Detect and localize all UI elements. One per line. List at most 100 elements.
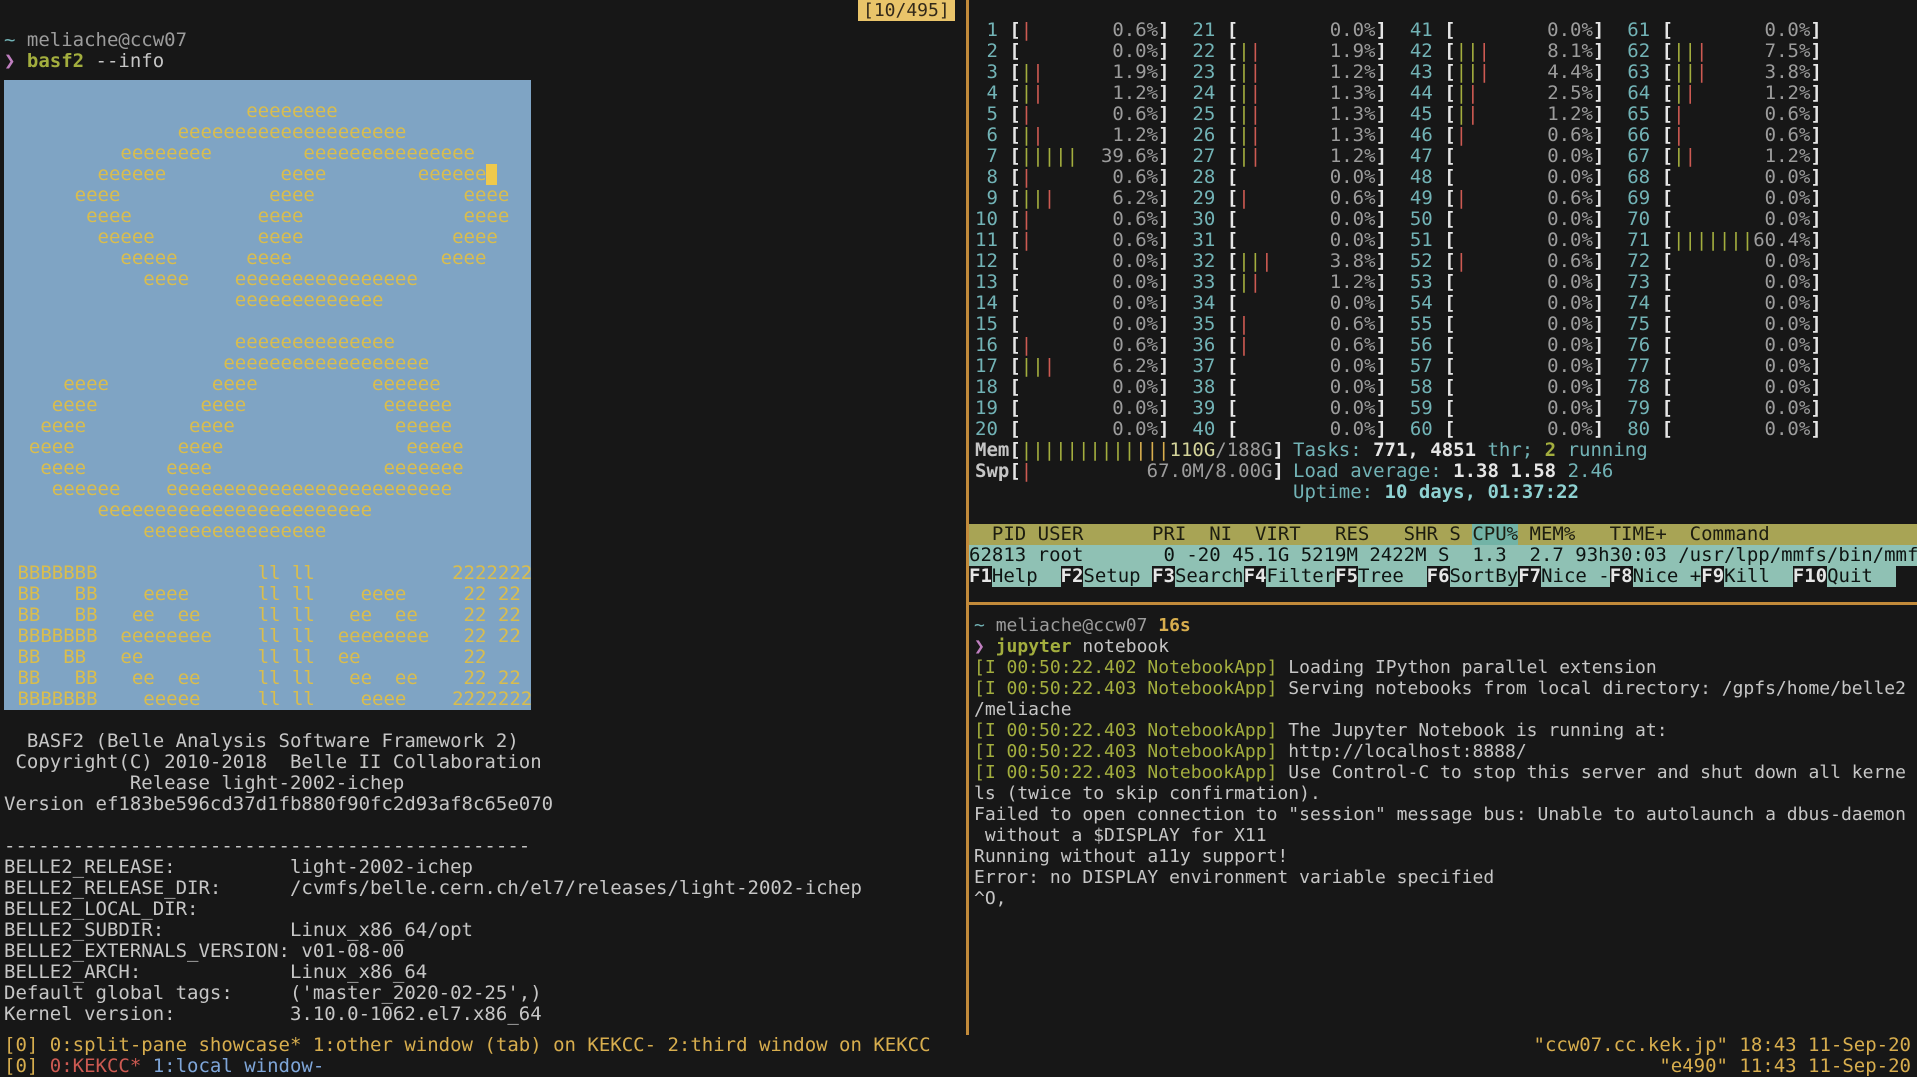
pane-basf2[interactable]: ~ meliache@ccw07 ❯ basf2 --info eeeeeeee…	[0, 0, 966, 1035]
basf2-info-line	[4, 710, 966, 731]
logo-line: BBBBBBB eeeee ll ll eeee 2222222	[4, 689, 531, 710]
command-duration: 16s	[1147, 615, 1190, 636]
basf2-info-line: BELLE2_RELEASE: light-2002-ichep	[4, 857, 966, 878]
cpu-meter-row: 6 [|| 1.2%] 26 [|| 1.3%] 46 [| 0.6%] 66 …	[975, 125, 1917, 146]
logo-line: eeee eeee eeee	[4, 206, 531, 227]
cpu-meter-row: 16 [| 0.6%] 36 [| 0.6%] 56 [ 0.0%] 76 [ …	[975, 335, 1917, 356]
jupyter-log-line: Failed to open connection to "session" m…	[974, 804, 1917, 825]
logo-line: eeee eeee eeee	[4, 185, 531, 206]
command-basf2: basf2	[27, 50, 84, 72]
logo-line: BBBBBBB ll ll 2222222	[4, 563, 531, 584]
logo-line: eeeee eeee eeee	[4, 248, 531, 269]
jupyter-log-line: ls (twice to skip confirmation).	[974, 783, 1917, 804]
logo-line: eeee eeee eeeeee	[4, 395, 531, 416]
shell-prompt-line: ~ meliache@ccw07	[4, 30, 966, 51]
pane-jupyter[interactable]: ~ meliache@ccw07 16s ❯ jupyter notebook …	[969, 605, 1917, 1035]
command-line: ❯ basf2 --info	[4, 51, 966, 72]
fkey-f6-button[interactable]: F6SortBy	[1427, 566, 1519, 587]
process-table-header[interactable]: PID USER PRI NI VIRT RES SHR S CPU% MEM%…	[969, 524, 1917, 545]
logo-line: eeeeeeeeeeeeee	[4, 332, 531, 353]
command-line: ❯ jupyter notebook	[974, 636, 1917, 657]
status-window-item[interactable]: 0:KEKCC*	[50, 1055, 153, 1077]
function-key-bar: F1Help F2Setup F3SearchF4FilterF5Tree F6…	[969, 566, 1917, 587]
hostname-clock-inner: "e490" 11:43 11-Sep-20	[1659, 1056, 1911, 1077]
pane-htop[interactable]: 1 [| 0.6%] 21 [ 0.0%] 41 [ 0.0%] 61 [ 0.…	[969, 0, 1917, 602]
logo-line: BBBBBBB eeeeeeee ll ll eeeeeeee 22 22	[4, 626, 531, 647]
jupyter-log-line: [I 00:50:22.403 NotebookApp] Serving not…	[974, 678, 1917, 699]
header-columns: PID USER PRI NI VIRT RES SHR S	[969, 524, 1472, 545]
scroll-position-badge: [10/495]	[858, 0, 955, 21]
cpu-meter-row: 9 [||| 6.2%] 29 [| 0.6%] 49 [| 0.6%] 69 …	[975, 188, 1917, 209]
logo-line: eeeeeeee	[4, 101, 531, 122]
logo-line: eeeeeeeeeeeeeeee	[4, 521, 531, 542]
basf2-info-line: BELLE2_ARCH: Linux_x86_64	[4, 962, 966, 983]
fkey-f2-button[interactable]: F2Setup	[1061, 566, 1153, 587]
fkey-f7-button[interactable]: F7Nice -	[1518, 566, 1610, 587]
prompt-user: meliache@ccw07	[996, 615, 1148, 636]
header-columns-tail: MEM% TIME+ Command	[1518, 524, 1770, 545]
cpu-meter-row: 20 [ 0.0%] 40 [ 0.0%] 60 [ 0.0%] 80 [ 0.…	[975, 419, 1917, 440]
basf2-info-line: BELLE2_RELEASE_DIR: /cvmfs/belle.cern.ch…	[4, 878, 966, 899]
cpu-meter-grid: 1 [| 0.6%] 21 [ 0.0%] 41 [ 0.0%] 61 [ 0.…	[975, 20, 1917, 440]
fkey-f3-button[interactable]: F3Search	[1152, 566, 1244, 587]
status-window-item[interactable]: [0] 0:split-pane showcase* 1:other windo…	[4, 1034, 931, 1056]
prompt-symbol-icon: ❯	[974, 636, 985, 657]
prompt-tilde: ~	[974, 615, 985, 636]
basf2-info-line: BASF2 (Belle Analysis Software Framework…	[4, 731, 966, 752]
command-args: --info	[84, 50, 164, 72]
status-row-inner: [0] 0:KEKCC* 1:local window- "e490" 11:4…	[0, 1056, 1917, 1077]
jupyter-log-line: [I 00:50:22.403 NotebookApp] Use Control…	[974, 762, 1917, 783]
fkey-f10-button[interactable]: F10Quit	[1793, 566, 1896, 587]
logo-line: eeeeeeee eeeeeeeeeeeeeee	[4, 143, 531, 164]
basf2-info-line: Version ef183be596cd37d1fb880f90fc2d93af…	[4, 794, 966, 815]
basf2-info-line: Default global tags: ('master_2020-02-25…	[4, 983, 966, 1004]
tmux-terminal: ~ meliache@ccw07 ❯ basf2 --info eeeeeeee…	[0, 0, 1917, 1077]
window-list-inner[interactable]: [0] 0:KEKCC* 1:local window-	[4, 1056, 324, 1077]
command-args: notebook	[1072, 636, 1170, 657]
process-table: PID USER PRI NI VIRT RES SHR S CPU% MEM%…	[969, 524, 1917, 587]
logo-line: eeeeeeeeeeeeeeeeeeee	[4, 122, 531, 143]
logo-line: eeeee eeee eeee	[4, 227, 531, 248]
cpu-meter-row: 5 [| 0.6%] 25 [|| 1.3%] 45 [|| 1.2%] 65 …	[975, 104, 1917, 125]
cpu-meter-row: 17 [||| 6.2%] 37 [ 0.0%] 57 [ 0.0%] 77 […	[975, 356, 1917, 377]
terminal-cursor	[486, 164, 497, 185]
fkey-f9-button[interactable]: F9Kill	[1701, 566, 1793, 587]
command-jupyter: jupyter	[996, 636, 1072, 657]
belle2-ascii-logo: eeeeeeee eeeeeeeeeeeeeeeeeeee eeeeeeee e…	[4, 80, 531, 710]
basf2-info-line	[4, 815, 966, 836]
jupyter-log-output: [I 00:50:22.402 NotebookApp] Loading IPy…	[974, 657, 1917, 909]
logo-line: eeee eeeeeeeeeeeeeeee	[4, 269, 531, 290]
fkey-f4-button[interactable]: F4Filter	[1244, 566, 1336, 587]
hostname-clock-outer: "ccw07.cc.kek.jp" 18:43 11-Sep-20	[1534, 1035, 1912, 1056]
cpu-meter-row: 19 [ 0.0%] 39 [ 0.0%] 59 [ 0.0%] 79 [ 0.…	[975, 398, 1917, 419]
cpu-meter-row: 12 [ 0.0%] 32 [||| 3.8%] 52 [| 0.6%] 72 …	[975, 251, 1917, 272]
cpu-meter-row: 8 [| 0.6%] 28 [ 0.0%] 48 [ 0.0%] 68 [ 0.…	[975, 167, 1917, 188]
cpu-meter-row: 14 [ 0.0%] 34 [ 0.0%] 54 [ 0.0%] 74 [ 0.…	[975, 293, 1917, 314]
basf2-info-text: BASF2 (Belle Analysis Software Framework…	[4, 710, 966, 1025]
logo-line: eeeeeeeeeeeeeeeeee	[4, 353, 531, 374]
status-window-item[interactable]: [0]	[4, 1055, 50, 1077]
logo-line: eeeeee eeee eeeeee	[4, 164, 531, 185]
fkey-f1-button[interactable]: F1Help	[969, 566, 1061, 587]
cpu-meter-row: 7 [||||| 39.6%] 27 [|| 1.2%] 47 [ 0.0%] …	[975, 146, 1917, 167]
header-sort-column[interactable]: CPU%	[1472, 524, 1518, 545]
cpu-meter-row: 18 [ 0.0%] 38 [ 0.0%] 58 [ 0.0%] 78 [ 0.…	[975, 377, 1917, 398]
logo-line: eeee eeee eeeee	[4, 416, 531, 437]
process-row-selected[interactable]: 62813 root 0 -20 45.1G 5219M 2422M S 1.3…	[969, 545, 1917, 566]
cpu-meter-row: 3 [|| 1.9%] 23 [|| 1.2%] 43 [||| 4.4%] 6…	[975, 62, 1917, 83]
cpu-meter-row: 15 [ 0.0%] 35 [| 0.6%] 55 [ 0.0%] 75 [ 0…	[975, 314, 1917, 335]
fkey-f8-button[interactable]: F8Nice +	[1610, 566, 1702, 587]
cpu-meter-row: 2 [ 0.0%] 22 [|| 1.9%] 42 [||| 8.1%] 62 …	[975, 41, 1917, 62]
logo-line: BB BB ee ee ll ll ee ee 22 22	[4, 668, 531, 689]
logo-line: eeeeeeeeeeeee	[4, 290, 531, 311]
fkey-f5-button[interactable]: F5Tree	[1335, 566, 1427, 587]
status-window-item[interactable]: 1:local window-	[153, 1055, 325, 1077]
logo-line: eeee eeee eeeeeee	[4, 458, 531, 479]
logo-line	[4, 542, 531, 563]
window-list-outer[interactable]: [0] 0:split-pane showcase* 1:other windo…	[4, 1035, 931, 1056]
load-average-line: Load average: 1.38 1.58 2.46	[1293, 461, 1648, 482]
basf2-info-line: BELLE2_LOCAL_DIR:	[4, 899, 966, 920]
logo-line: eeee eeee eeeee	[4, 437, 531, 458]
cpu-meter-row: 13 [ 0.0%] 33 [|| 1.2%] 53 [ 0.0%] 73 [ …	[975, 272, 1917, 293]
basf2-info-line: BELLE2_SUBDIR: Linux_x86_64/opt	[4, 920, 966, 941]
